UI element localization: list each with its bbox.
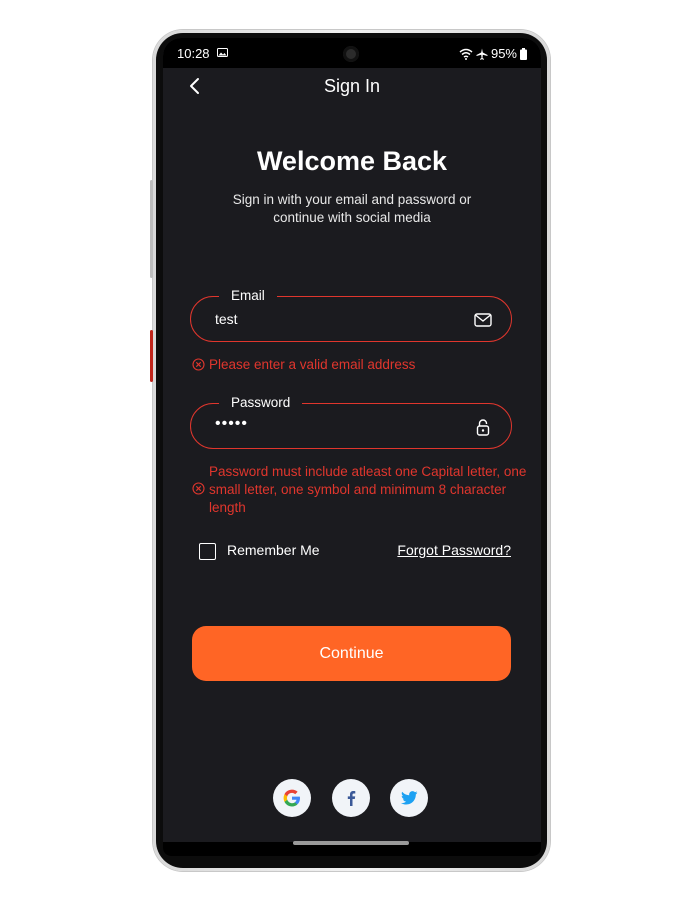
wifi-icon: [459, 48, 473, 60]
google-sign-in-button[interactable]: [273, 779, 311, 817]
facebook-sign-in-button[interactable]: [332, 779, 370, 817]
lock-icon: [476, 419, 490, 436]
password-error-message: Password must include atleast one Capita…: [209, 464, 527, 515]
subtitle-line-1: Sign in with your email and password or: [232, 192, 472, 207]
screen: 10:28 95% Sign In Welcome Back Sign in w…: [163, 38, 541, 856]
email-field[interactable]: Email test: [190, 287, 512, 342]
password-input-value[interactable]: •••••: [215, 415, 248, 433]
page: 10:28 95% Sign In Welcome Back Sign in w…: [0, 0, 700, 900]
continue-button[interactable]: Continue: [192, 626, 511, 681]
error-icon: [192, 482, 205, 495]
battery-percentage: 95%: [490, 46, 517, 61]
page-title: Sign In: [323, 76, 381, 96]
home-indicator[interactable]: [293, 841, 409, 845]
error-icon: [192, 358, 205, 371]
status-bar: 10:28 95%: [163, 38, 541, 68]
twitter-sign-in-button[interactable]: [390, 779, 428, 817]
volume-button: [150, 180, 153, 278]
mail-icon: [474, 313, 492, 327]
facebook-icon: [347, 791, 356, 806]
password-label: Password: [219, 394, 303, 412]
welcome-heading: Welcome Back: [256, 146, 448, 176]
forgot-password-link[interactable]: Forgot Password?: [397, 542, 511, 558]
battery-icon: [520, 47, 527, 60]
airplane-icon: [476, 48, 488, 60]
gallery-icon: [217, 48, 228, 57]
email-error-message: Please enter a valid email address: [209, 357, 416, 372]
email-label: Email: [219, 287, 277, 305]
subtitle-line-2: continue with social media: [273, 210, 431, 225]
front-camera: [343, 46, 359, 62]
password-field[interactable]: Password •••••: [190, 394, 512, 449]
status-time: 10:28: [177, 46, 210, 61]
twitter-icon: [400, 791, 418, 805]
google-icon: [283, 789, 300, 807]
remember-me-label[interactable]: Remember Me: [227, 542, 320, 558]
email-input-value[interactable]: test: [215, 311, 238, 327]
remember-me-checkbox[interactable]: [199, 543, 216, 560]
welcome-subtitle: Sign in with your email and password or …: [203, 191, 501, 227]
status-icons: 95%: [459, 46, 527, 61]
power-button: [150, 330, 153, 382]
